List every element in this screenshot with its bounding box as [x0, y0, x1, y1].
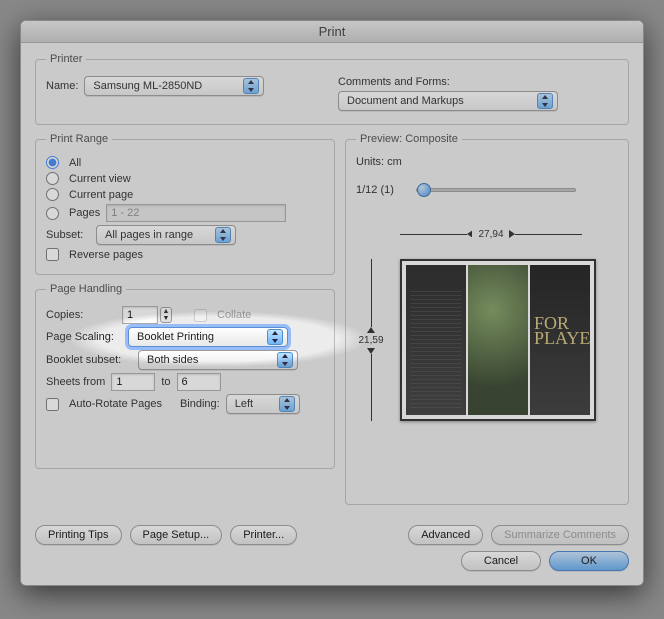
preview-units: Units: cm [356, 156, 402, 168]
pages-input[interactable] [106, 204, 286, 222]
page-scaling-select[interactable]: Booklet Printing [128, 327, 288, 347]
reverse-checkbox[interactable] [46, 248, 59, 261]
printer-name-value: Samsung ML-2850ND [93, 80, 202, 92]
copies-stepper[interactable]: ▲▼ [160, 307, 172, 323]
subset-label: Subset: [46, 229, 90, 241]
printer-button[interactable]: Printer... [230, 525, 297, 545]
page-thumbnail [400, 259, 596, 421]
printer-group: Printer Name: Samsung ML-2850ND Comments… [35, 53, 629, 125]
radio-current-page-label: Current page [69, 189, 133, 201]
advanced-button[interactable]: Advanced [408, 525, 483, 545]
subset-select[interactable]: All pages in range [96, 225, 236, 245]
print-dialog-window: Print Printer Name: Samsung ML-2850ND Co… [20, 20, 644, 586]
button-row-1: Printing Tips Page Setup... Printer... A… [35, 525, 629, 545]
sheets-to-input[interactable] [177, 373, 221, 391]
copies-label: Copies: [46, 309, 116, 321]
chevron-up-icon: ▲ [161, 308, 171, 315]
booklet-subset-select[interactable]: Both sides [138, 350, 298, 370]
height-value: 21,59 [358, 333, 383, 348]
sheets-from-input[interactable] [111, 373, 155, 391]
booklet-subset-label: Booklet subset: [46, 354, 132, 366]
summarize-comments-button: Summarize Comments [491, 525, 629, 545]
sheets-from-label: Sheets from [46, 376, 105, 388]
page-handling-legend: Page Handling [46, 283, 126, 295]
thumb-panel-2 [468, 265, 528, 415]
printer-legend: Printer [46, 53, 86, 65]
preview-group: Preview: Composite Units: cm 1/12 (1) 27… [345, 133, 629, 505]
button-row-2: Cancel OK [35, 551, 629, 571]
updown-icon [279, 396, 295, 412]
sheets-to-label: to [161, 376, 170, 388]
height-dimension: 21,59 [358, 259, 384, 421]
updown-icon [243, 78, 259, 94]
printing-tips-button[interactable]: Printing Tips [35, 525, 122, 545]
thumb-panel-3 [530, 265, 590, 415]
radio-all-label: All [69, 157, 81, 169]
cancel-button[interactable]: Cancel [461, 551, 541, 571]
updown-icon [215, 227, 231, 243]
binding-select[interactable]: Left [226, 394, 300, 414]
preview-legend: Preview: Composite [356, 133, 462, 145]
window-title: Print [21, 21, 643, 43]
ok-button[interactable]: OK [549, 551, 629, 571]
print-range-legend: Print Range [46, 133, 112, 145]
radio-all[interactable] [46, 156, 59, 169]
copies-input[interactable] [122, 306, 158, 324]
scaling-label: Page Scaling: [46, 331, 122, 343]
collate-label: Collate [217, 309, 251, 321]
thumb-panel-1 [406, 265, 466, 415]
binding-label: Binding: [180, 398, 220, 410]
radio-pages-label: Pages [69, 207, 100, 219]
collate-checkbox [194, 309, 207, 322]
updown-icon [277, 352, 293, 368]
slider-thumb[interactable] [417, 183, 431, 197]
comments-select[interactable]: Document and Markups [338, 91, 558, 111]
page-setup-button[interactable]: Page Setup... [130, 525, 223, 545]
comments-label: Comments and Forms: [338, 76, 450, 88]
page-slider[interactable] [416, 188, 576, 192]
radio-current-view-label: Current view [69, 173, 131, 185]
page-indicator: 1/12 (1) [356, 184, 410, 196]
reverse-label: Reverse pages [69, 249, 143, 261]
radio-current-view[interactable] [46, 172, 59, 185]
subset-value: All pages in range [105, 229, 193, 241]
printer-name-select[interactable]: Samsung ML-2850ND [84, 76, 264, 96]
booklet-subset-value: Both sides [147, 354, 198, 366]
updown-icon [267, 329, 283, 345]
chevron-down-icon: ▼ [161, 315, 171, 322]
radio-pages[interactable] [46, 207, 59, 220]
auto-rotate-label: Auto-Rotate Pages [69, 398, 162, 410]
print-range-group: Print Range All Current view Current pag… [35, 133, 335, 275]
scaling-value: Booklet Printing [137, 331, 214, 343]
page-preview: 27,94 21,59 [386, 245, 596, 435]
auto-rotate-checkbox[interactable] [46, 398, 59, 411]
width-value: 27,94 [472, 229, 509, 240]
width-dimension: 27,94 [400, 227, 582, 241]
updown-icon [537, 93, 553, 109]
page-handling-group: Page Handling Copies: ▲▼ Collate Page Sc… [35, 283, 335, 469]
printer-name-label: Name: [46, 80, 78, 92]
binding-value: Left [235, 398, 253, 410]
radio-current-page[interactable] [46, 188, 59, 201]
comments-value: Document and Markups [347, 95, 464, 107]
